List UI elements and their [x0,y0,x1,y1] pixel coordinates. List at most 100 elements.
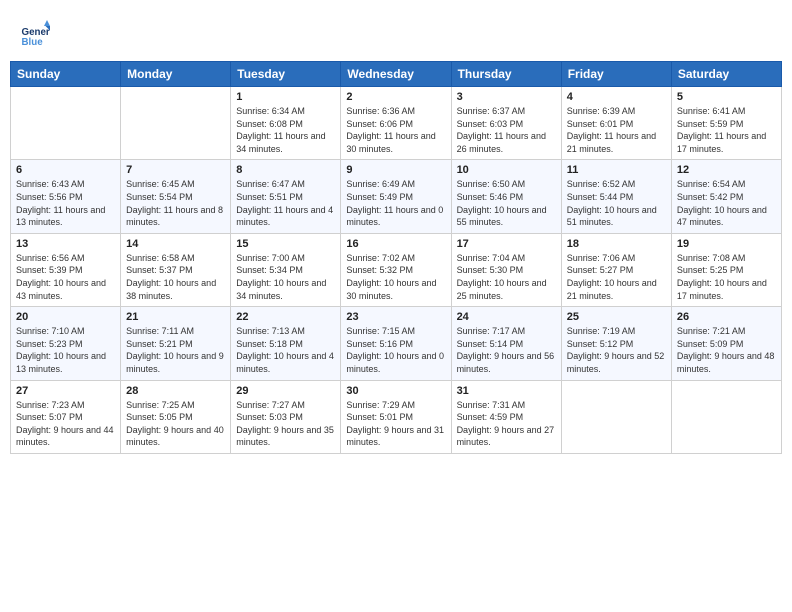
calendar-week-row: 1 Sunrise: 6:34 AM Sunset: 6:08 PM Daylig… [11,87,782,160]
calendar-week-row: 27 Sunrise: 7:23 AM Sunset: 5:07 PM Dayli… [11,380,782,453]
weekday-header-wednesday: Wednesday [341,62,451,87]
calendar-cell: 14 Sunrise: 6:58 AM Sunset: 5:37 PM Dayli… [121,233,231,306]
cell-content: Sunrise: 6:52 AM Sunset: 5:44 PM Dayligh… [567,178,666,228]
day-number: 18 [567,238,666,250]
cell-content: Sunrise: 6:50 AM Sunset: 5:46 PM Dayligh… [457,178,556,228]
calendar-cell: 28 Sunrise: 7:25 AM Sunset: 5:05 PM Dayli… [121,380,231,453]
calendar-cell: 29 Sunrise: 7:27 AM Sunset: 5:03 PM Dayli… [231,380,341,453]
calendar-cell: 6 Sunrise: 6:43 AM Sunset: 5:56 PM Daylig… [11,160,121,233]
day-number: 23 [346,311,445,323]
cell-content: Sunrise: 6:36 AM Sunset: 6:06 PM Dayligh… [346,105,445,155]
calendar-cell: 19Sunrise: 7:08 AM Sunset: 5:25 PM Dayli… [671,233,781,306]
cell-content: Sunrise: 6:58 AM Sunset: 5:37 PM Dayligh… [126,252,225,302]
calendar-week-row: 6 Sunrise: 6:43 AM Sunset: 5:56 PM Daylig… [11,160,782,233]
weekday-header-monday: Monday [121,62,231,87]
weekday-header-friday: Friday [561,62,671,87]
cell-content: Sunrise: 7:23 AM Sunset: 5:07 PM Dayligh… [16,399,115,449]
calendar-cell: 2 Sunrise: 6:36 AM Sunset: 6:06 PM Daylig… [341,87,451,160]
cell-content: Sunrise: 7:29 AM Sunset: 5:01 PM Dayligh… [346,399,445,449]
day-number: 6 [16,164,115,176]
calendar-cell: 24 Sunrise: 7:17 AM Sunset: 5:14 PM Dayli… [451,307,561,380]
calendar-cell: 8 Sunrise: 6:47 AM Sunset: 5:51 PM Daylig… [231,160,341,233]
day-number: 14 [126,238,225,250]
day-number: 22 [236,311,335,323]
calendar-cell [671,380,781,453]
calendar-cell: 23Sunrise: 7:15 AM Sunset: 5:16 PM Dayli… [341,307,451,380]
day-number: 12 [677,164,776,176]
cell-content: Sunrise: 6:56 AM Sunset: 5:39 PM Dayligh… [16,252,115,302]
calendar-cell [121,87,231,160]
day-number: 19 [677,238,776,250]
day-number: 28 [126,385,225,397]
calendar-cell: 20 Sunrise: 7:10 AM Sunset: 5:23 PM Dayli… [11,307,121,380]
day-number: 20 [16,311,115,323]
day-number: 21 [126,311,225,323]
svg-text:Blue: Blue [22,37,44,48]
calendar-cell [561,380,671,453]
calendar-cell: 9 Sunrise: 6:49 AM Sunset: 5:49 PM Daylig… [341,160,451,233]
cell-content: Sunrise: 7:00 AM Sunset: 5:34 PM Dayligh… [236,252,335,302]
calendar-cell: 15 Sunrise: 7:00 AM Sunset: 5:34 PM Dayli… [231,233,341,306]
cell-content: Sunrise: 6:47 AM Sunset: 5:51 PM Dayligh… [236,178,335,228]
logo-icon: General Blue [20,20,50,50]
day-number: 2 [346,91,445,103]
calendar-cell: 12 Sunrise: 6:54 AM Sunset: 5:42 PM Dayli… [671,160,781,233]
day-number: 15 [236,238,335,250]
cell-content: Sunrise: 6:34 AM Sunset: 6:08 PM Dayligh… [236,105,335,155]
day-number: 10 [457,164,556,176]
day-number: 5 [677,91,776,103]
calendar-cell: 13 Sunrise: 6:56 AM Sunset: 5:39 PM Dayli… [11,233,121,306]
cell-content: Sunrise: 7:10 AM Sunset: 5:23 PM Dayligh… [16,325,115,375]
day-number: 13 [16,238,115,250]
weekday-header-sunday: Sunday [11,62,121,87]
calendar-cell: 25 Sunrise: 7:19 AM Sunset: 5:12 PM Dayli… [561,307,671,380]
cell-content: Sunrise: 6:41 AM Sunset: 5:59 PM Dayligh… [677,105,776,155]
calendar-cell: 30 Sunrise: 7:29 AM Sunset: 5:01 PM Dayli… [341,380,451,453]
cell-content: Sunrise: 7:04 AM Sunset: 5:30 PM Dayligh… [457,252,556,302]
day-number: 1 [236,91,335,103]
calendar-table: SundayMondayTuesdayWednesdayThursdayFrid… [10,61,782,454]
day-number: 31 [457,385,556,397]
day-number: 29 [236,385,335,397]
logo: General Blue [20,20,50,50]
calendar-cell: 11Sunrise: 6:52 AM Sunset: 5:44 PM Dayli… [561,160,671,233]
calendar-week-row: 13 Sunrise: 6:56 AM Sunset: 5:39 PM Dayli… [11,233,782,306]
calendar-cell [11,87,121,160]
cell-content: Sunrise: 6:39 AM Sunset: 6:01 PM Dayligh… [567,105,666,155]
calendar-cell: 3Sunrise: 6:37 AM Sunset: 6:03 PM Daylig… [451,87,561,160]
day-number: 17 [457,238,556,250]
calendar-cell: 4 Sunrise: 6:39 AM Sunset: 6:01 PM Daylig… [561,87,671,160]
cell-content: Sunrise: 6:54 AM Sunset: 5:42 PM Dayligh… [677,178,776,228]
cell-content: Sunrise: 7:25 AM Sunset: 5:05 PM Dayligh… [126,399,225,449]
cell-content: Sunrise: 6:37 AM Sunset: 6:03 PM Dayligh… [457,105,556,155]
day-number: 30 [346,385,445,397]
cell-content: Sunrise: 7:19 AM Sunset: 5:12 PM Dayligh… [567,325,666,375]
day-number: 25 [567,311,666,323]
calendar-cell: 22 Sunrise: 7:13 AM Sunset: 5:18 PM Dayli… [231,307,341,380]
day-number: 4 [567,91,666,103]
day-number: 9 [346,164,445,176]
calendar-cell: 26Sunrise: 7:21 AM Sunset: 5:09 PM Dayli… [671,307,781,380]
cell-content: Sunrise: 7:27 AM Sunset: 5:03 PM Dayligh… [236,399,335,449]
calendar-cell: 17 Sunrise: 7:04 AM Sunset: 5:30 PM Dayli… [451,233,561,306]
weekday-header-tuesday: Tuesday [231,62,341,87]
calendar-cell: 16 Sunrise: 7:02 AM Sunset: 5:32 PM Dayli… [341,233,451,306]
weekday-header-saturday: Saturday [671,62,781,87]
cell-content: Sunrise: 6:43 AM Sunset: 5:56 PM Dayligh… [16,178,115,228]
calendar-cell: 7Sunrise: 6:45 AM Sunset: 5:54 PM Daylig… [121,160,231,233]
calendar-cell: 5 Sunrise: 6:41 AM Sunset: 5:59 PM Daylig… [671,87,781,160]
calendar-cell: 21 Sunrise: 7:11 AM Sunset: 5:21 PM Dayli… [121,307,231,380]
day-number: 16 [346,238,445,250]
cell-content: Sunrise: 7:02 AM Sunset: 5:32 PM Dayligh… [346,252,445,302]
cell-content: Sunrise: 7:13 AM Sunset: 5:18 PM Dayligh… [236,325,335,375]
cell-content: Sunrise: 6:49 AM Sunset: 5:49 PM Dayligh… [346,178,445,228]
day-number: 26 [677,311,776,323]
cell-content: Sunrise: 7:06 AM Sunset: 5:27 PM Dayligh… [567,252,666,302]
cell-content: Sunrise: 7:17 AM Sunset: 5:14 PM Dayligh… [457,325,556,375]
cell-content: Sunrise: 7:11 AM Sunset: 5:21 PM Dayligh… [126,325,225,375]
day-number: 24 [457,311,556,323]
day-number: 8 [236,164,335,176]
day-number: 7 [126,164,225,176]
calendar-cell: 27 Sunrise: 7:23 AM Sunset: 5:07 PM Dayli… [11,380,121,453]
day-number: 27 [16,385,115,397]
